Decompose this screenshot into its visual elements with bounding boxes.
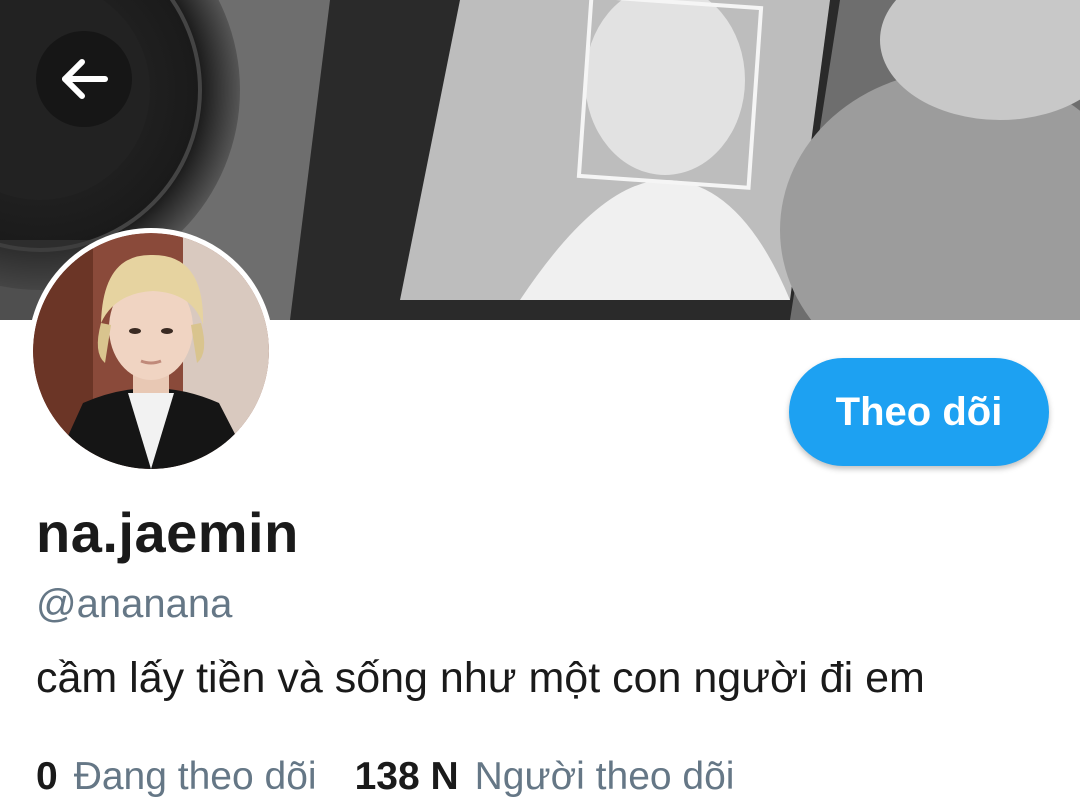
follow-button[interactable]: Theo dõi (789, 358, 1049, 466)
following-label: Đang theo dõi (73, 755, 317, 798)
back-button[interactable] (36, 31, 132, 127)
following-stat[interactable]: 0 Đang theo dõi (36, 755, 317, 799)
avatar-photo (33, 233, 269, 469)
avatar[interactable] (28, 228, 274, 474)
display-name: na.jaemin (36, 501, 299, 564)
followers-stat[interactable]: 138 N Người theo dõi (355, 755, 735, 799)
following-count: 0 (36, 755, 58, 798)
profile-bio: cầm lấy tiền và sống như một con người đ… (36, 654, 925, 702)
follow-stats: 0 Đang theo dõi 138 N Người theo dõi (36, 755, 734, 799)
username-handle: @ananana (36, 582, 233, 626)
followers-count: 138 N (354, 755, 459, 798)
followers-label: Người theo dõi (474, 755, 735, 798)
arrow-left-icon (62, 59, 108, 99)
